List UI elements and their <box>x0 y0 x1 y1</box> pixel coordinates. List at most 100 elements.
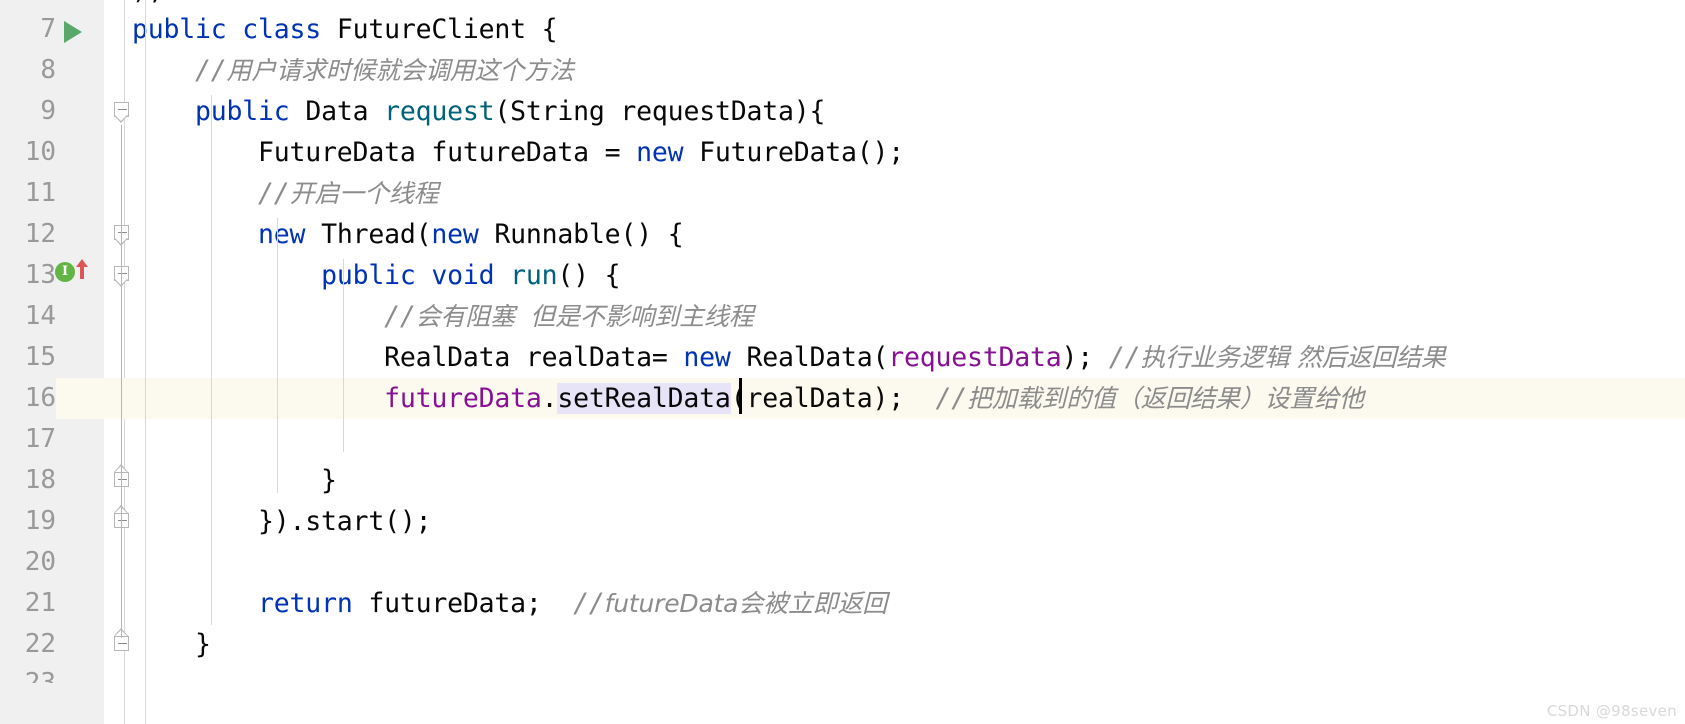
code-line-row[interactable]: 9 public Data request(String requestData… <box>0 91 1685 132</box>
fold-marker-line-12[interactable] <box>114 225 131 247</box>
code-token: 把加载到的值（返回结果）设置给他 <box>967 384 1364 413</box>
line-number[interactable]: 12 <box>0 214 56 255</box>
line-number[interactable]: 18 <box>0 460 56 501</box>
code-token: futureData <box>384 383 542 414</box>
fold-marker-line-19[interactable] <box>114 505 131 535</box>
fold-box <box>114 636 129 651</box>
code-token: new <box>683 342 747 373</box>
code-token: RealData( <box>746 342 889 373</box>
clipped-bottom-row: 23 <box>0 663 1685 704</box>
code-token: FutureData(); <box>699 137 904 168</box>
code-token: run <box>510 260 558 291</box>
code-token: Data <box>305 96 385 127</box>
code-token: void <box>431 260 511 291</box>
code-line-row[interactable]: 15 RealData realData= new RealData(reque… <box>0 337 1685 378</box>
code-line-text[interactable]: } <box>132 624 211 665</box>
code-token: . <box>541 383 558 414</box>
line-number[interactable]: 8 <box>0 50 56 91</box>
code-line-text[interactable]: public void run() { <box>132 255 621 296</box>
code-line-row[interactable]: 7 public class FutureClient { <box>0 9 1685 50</box>
fold-minus-icon <box>118 109 127 110</box>
line-number[interactable]: 21 <box>0 583 56 624</box>
fold-marker-line-18[interactable] <box>114 464 131 494</box>
code-token: () { <box>557 260 621 291</box>
code-line-text[interactable]: //开启一个线程 <box>132 173 439 214</box>
watermark-label: CSDN @98seven <box>1546 702 1677 720</box>
code-token: 会有阻塞 但是不影响到主线程 <box>415 302 754 331</box>
code-token: 用户请求时候就会调用这个方法 <box>226 56 574 85</box>
line-number[interactable]: 17 <box>0 419 56 460</box>
code-token: FutureClient <box>336 14 542 45</box>
line-number[interactable]: 14 <box>0 296 56 337</box>
overriding-method-arrow-icon[interactable] <box>74 258 90 280</box>
line-number[interactable]: 22 <box>0 624 56 665</box>
code-token: { <box>541 14 558 45</box>
code-line-text[interactable]: public Data request(String requestData){ <box>132 91 825 132</box>
line-number[interactable]: 16 <box>0 378 56 419</box>
code-token: request <box>384 96 495 127</box>
code-token: // <box>384 301 416 332</box>
fold-marker-line-22[interactable] <box>114 628 131 658</box>
code-token: ); <box>1061 342 1109 373</box>
code-token: // <box>258 178 290 209</box>
code-line-row[interactable]: 22 } <box>0 624 1685 665</box>
code-token: new <box>636 137 700 168</box>
fold-marker-line-13[interactable] <box>114 266 131 288</box>
code-line-row[interactable]: 21 return futureData; //futureData会被立即返回 <box>0 583 1685 624</box>
code-line-text[interactable]: public class FutureClient { <box>132 9 558 50</box>
code-token: new <box>258 219 322 250</box>
code-token: RealData realData= <box>132 342 684 373</box>
code-line-row[interactable]: 8 //用户请求时候就会调用这个方法 <box>0 50 1685 91</box>
code-line-row[interactable]: 20 <box>0 542 1685 583</box>
code-token: // <box>1108 342 1141 373</box>
code-line-text[interactable]: //用户请求时候就会调用这个方法 <box>132 50 574 91</box>
line-number[interactable]: 10 <box>0 132 56 173</box>
code-line-row[interactable]: 14 //会有阻塞 但是不影响到主线程 <box>0 296 1685 337</box>
code-token: setRealData <box>557 383 731 414</box>
line-number[interactable]: 7 <box>0 9 56 50</box>
line-number[interactable]: 9 <box>0 91 56 132</box>
code-line-row[interactable]: 16 futureData.setRealData(realData); //把… <box>0 378 1685 419</box>
code-line-row[interactable]: 17 <box>0 419 1685 460</box>
code-line-text[interactable]: RealData realData= new RealData(requestD… <box>132 337 1446 378</box>
code-token: } <box>132 465 337 496</box>
code-line-row[interactable]: 18 } <box>0 460 1685 501</box>
line-number[interactable]: 11 <box>0 173 56 214</box>
code-token: return <box>258 588 369 619</box>
code-line-text[interactable]: return futureData; //futureData会被立即返回 <box>132 583 887 624</box>
fold-tip-icon <box>114 115 128 123</box>
line-number[interactable]: 15 <box>0 337 56 378</box>
code-line-row[interactable]: 10 FutureData futureData = new FutureDat… <box>0 132 1685 173</box>
code-token: // <box>573 588 605 619</box>
code-line-text[interactable]: new Thread(new Runnable() { <box>132 214 684 255</box>
code-token: new <box>431 219 495 250</box>
code-token: FutureData futureData = <box>132 137 637 168</box>
code-line-row[interactable]: 12 new Thread(new Runnable() { <box>0 214 1685 255</box>
code-token: 执行业务逻辑 然后返回结果 <box>1140 343 1446 372</box>
code-line-row[interactable]: 11 //开启一个线程 <box>0 173 1685 214</box>
code-line-text[interactable]: } <box>132 460 337 501</box>
code-token: // <box>195 55 227 86</box>
code-token: // <box>935 383 968 414</box>
code-line-row[interactable]: 13 public void run() { <box>0 255 1685 296</box>
code-token: public <box>132 14 243 45</box>
code-line-text[interactable]: //会有阻塞 但是不影响到主线程 <box>132 296 754 337</box>
code-line-text[interactable]: futureData.setRealData(realData); //把加载到… <box>132 378 1364 419</box>
line-number[interactable]: 19 <box>0 501 56 542</box>
code-line-row[interactable]: 19 }).start(); <box>0 501 1685 542</box>
code-token: 开启一个线程 <box>289 179 439 208</box>
code-editor[interactable]: ); 7public class FutureClient {8 //用户请求时… <box>0 0 1685 724</box>
run-gutter-icon[interactable] <box>64 21 82 43</box>
code-token: ){ <box>793 96 826 127</box>
line-number[interactable]: 20 <box>0 542 56 583</box>
fold-marker-line-9[interactable] <box>114 102 131 124</box>
implements-method-icon[interactable]: I <box>55 262 75 282</box>
code-line-text[interactable]: }).start(); <box>132 501 432 542</box>
code-token: requestData <box>620 96 794 127</box>
line-number[interactable]: 13 <box>0 255 56 296</box>
code-line-text[interactable]: FutureData futureData = new FutureData()… <box>132 132 904 173</box>
code-token: (realData); <box>730 383 936 414</box>
